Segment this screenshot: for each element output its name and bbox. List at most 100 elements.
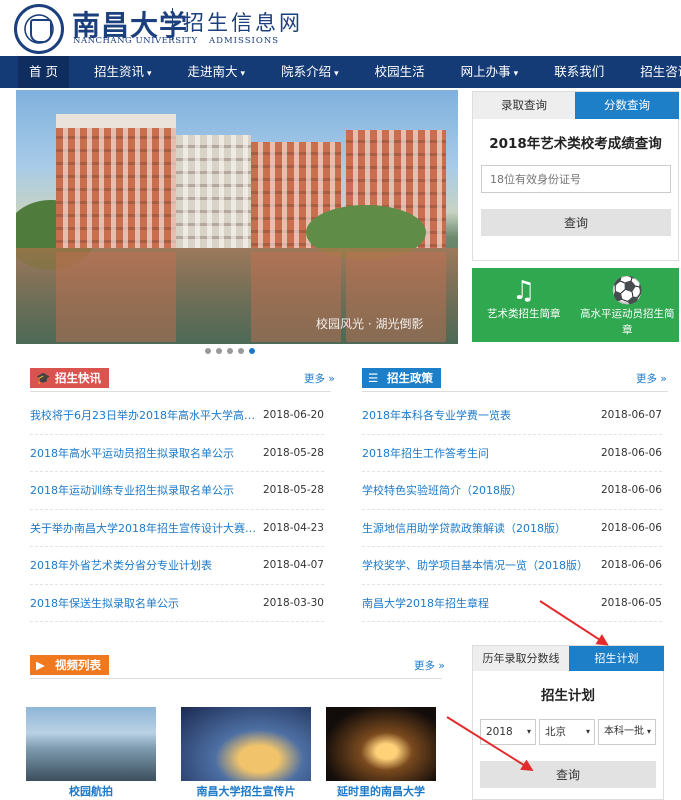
list-item[interactable]: 学校奖学、助学项目基本情况一览（2018版） 2018-06-06 bbox=[362, 547, 662, 585]
chevron-down-icon: ▾ bbox=[334, 69, 339, 79]
tab-admission-query[interactable]: 录取查询 bbox=[473, 92, 575, 119]
nav-item-news[interactable]: 招生资讯 ▾ bbox=[83, 56, 163, 88]
policy-title[interactable]: 2018年本科各专业学费一览表 bbox=[362, 407, 511, 423]
chevron-down-icon: ▾ bbox=[147, 69, 152, 79]
chevron-down-icon: ▾ bbox=[526, 727, 531, 736]
slider-dot[interactable] bbox=[227, 348, 233, 354]
nav-item-home[interactable]: 首 页 bbox=[18, 56, 69, 88]
news-title[interactable]: 2018年运动训练专业招生拟录取名单公示 bbox=[30, 482, 234, 498]
campus-photo-slider[interactable]: 校园风光 · 湖光倒影 bbox=[16, 90, 458, 344]
art-admission-link[interactable]: ♫ 艺术类招生简章 bbox=[472, 268, 576, 342]
list-item[interactable]: 2018年高水平运动员招生拟录取名单公示 2018-05-28 bbox=[30, 435, 324, 472]
video-thumbnail[interactable] bbox=[326, 707, 436, 781]
list-item[interactable]: 关于举办南昌大学2018年招生宣传设计大赛的通知 2018-04-23 bbox=[30, 510, 324, 547]
music-note-icon: ♫ bbox=[512, 276, 536, 306]
video-caption[interactable]: 南昌大学招生宣传片 bbox=[181, 783, 311, 799]
query-title: 2018年艺术类校考成绩查询 bbox=[489, 136, 662, 152]
news-date: 2018-04-23 bbox=[262, 521, 324, 534]
nav-item-campus-life[interactable]: 校园生活 bbox=[364, 56, 436, 88]
news-title[interactable]: 关于举办南昌大学2018年招生宣传设计大赛的通知 bbox=[30, 520, 257, 536]
news-list: 我校将于6月23日举办2018年高水平大学高招咨... 2018-06-20 20… bbox=[30, 397, 324, 622]
nav-label: 联系我们 bbox=[554, 64, 605, 79]
policy-title[interactable]: 2018年招生工作答考生问 bbox=[362, 445, 489, 461]
policy-date: 2018-06-06 bbox=[600, 521, 662, 534]
tab-score-query[interactable]: 分数查询 bbox=[575, 92, 679, 119]
news-date: 2018-06-20 bbox=[262, 409, 324, 422]
news-date: 2018-05-28 bbox=[262, 484, 324, 497]
soccer-ball-icon: ⚽ bbox=[611, 276, 644, 306]
list-item[interactable]: 生源地信用助学贷款政策解读（2018版） 2018-06-06 bbox=[362, 510, 662, 547]
chevron-down-icon: ▾ bbox=[513, 69, 519, 79]
year-value: 2018 bbox=[486, 726, 513, 738]
policy-title[interactable]: 学校奖学、助学项目基本情况一览（2018版） bbox=[362, 557, 588, 573]
video-more-link[interactable]: 更多 » bbox=[414, 658, 445, 673]
logo-divider bbox=[172, 8, 173, 40]
tab-history-scores[interactable]: 历年录取分数线 bbox=[473, 646, 569, 671]
policy-date: 2018-06-07 bbox=[600, 409, 662, 422]
score-query-button[interactable]: 查询 bbox=[481, 209, 671, 236]
news-section-badge: 🎓 招生快讯 bbox=[30, 368, 109, 388]
video-caption[interactable]: 延时里的南昌大学 bbox=[316, 783, 446, 799]
nav-label: 招生咨询 bbox=[640, 64, 681, 79]
news-title[interactable]: 2018年高水平运动员招生拟录取名单公示 bbox=[30, 445, 234, 461]
list-item[interactable]: 2018年招生工作答考生问 2018-06-06 bbox=[362, 435, 662, 472]
news-section-title: 招生快讯 bbox=[55, 371, 101, 385]
policy-title[interactable]: 南昌大学2018年招生章程 bbox=[362, 595, 489, 611]
nav-label: 招生资讯 bbox=[93, 64, 144, 79]
batch-select[interactable]: 本科一批 ▾ bbox=[598, 719, 656, 745]
nav-item-contact[interactable]: 联系我们 bbox=[543, 56, 615, 88]
nav-label: 网上办事 bbox=[460, 64, 511, 79]
list-item[interactable]: 南昌大学2018年招生章程 2018-06-05 bbox=[362, 585, 662, 622]
plan-title: 招生计划 bbox=[541, 688, 595, 704]
news-title[interactable]: 2018年外省艺术类分省分专业计划表 bbox=[30, 557, 212, 573]
plan-query-button[interactable]: 查询 bbox=[480, 761, 656, 788]
video-section-badge: ▶ 视频列表 bbox=[30, 655, 109, 675]
video-caption[interactable]: 校园航拍 bbox=[26, 783, 156, 799]
admission-plan-panel: 历年录取分数线 招生计划 招生计划 2018 ▾ 北京 ▾ 本科一批 ▾ 查询 bbox=[472, 645, 664, 800]
policy-date: 2018-06-05 bbox=[600, 596, 662, 609]
nav-label: 首 页 bbox=[29, 64, 58, 79]
building-shape bbox=[176, 135, 251, 248]
slide-caption: 校园风光 · 湖光倒影 bbox=[316, 317, 424, 331]
slider-dots bbox=[205, 348, 255, 354]
nav-label: 院系介绍 bbox=[281, 64, 332, 79]
list-item[interactable]: 2018年外省艺术类分省分专业计划表 2018-04-07 bbox=[30, 547, 324, 585]
policy-title[interactable]: 学校特色实验班简介（2018版） bbox=[362, 482, 522, 498]
nav-item-about[interactable]: 走进南大 ▾ bbox=[177, 56, 257, 88]
list-item[interactable]: 学校特色实验班简介（2018版） 2018-06-06 bbox=[362, 472, 662, 510]
list-item[interactable]: 2018年运动训练专业招生拟录取名单公示 2018-05-28 bbox=[30, 472, 324, 510]
nav-label: 走进南大 bbox=[187, 64, 238, 79]
slider-dot[interactable] bbox=[205, 348, 211, 354]
list-item[interactable]: 2018年本科各专业学费一览表 2018-06-07 bbox=[362, 397, 662, 435]
sport-admission-link[interactable]: ⚽ 高水平运动员招生简章 bbox=[576, 268, 680, 342]
nav-item-consult[interactable]: 招生咨询▾ bbox=[629, 56, 681, 88]
video-thumbnail[interactable] bbox=[26, 707, 156, 781]
policy-more-link[interactable]: 更多 » bbox=[636, 371, 667, 386]
building-roof bbox=[56, 114, 176, 128]
nav-item-online-service[interactable]: 网上办事 ▾ bbox=[450, 56, 530, 88]
news-date: 2018-05-28 bbox=[262, 446, 324, 459]
news-more-link[interactable]: 更多 » bbox=[304, 371, 335, 386]
water-reflection bbox=[56, 252, 176, 342]
university-seal-logo[interactable] bbox=[14, 4, 64, 54]
site-title-en: ADMISSIONS bbox=[209, 36, 280, 46]
list-item[interactable]: 2018年保送生拟录取名单公示 2018-03-30 bbox=[30, 585, 324, 622]
policy-date: 2018-06-06 bbox=[600, 559, 662, 572]
tab-admission-plan[interactable]: 招生计划 bbox=[569, 646, 664, 671]
slider-dot-active[interactable] bbox=[249, 348, 255, 354]
nav-item-departments[interactable]: 院系介绍 ▾ bbox=[270, 56, 350, 88]
policy-section-title: 招生政策 bbox=[387, 371, 433, 385]
quick-links: ♫ 艺术类招生简章 ⚽ 高水平运动员招生简章 bbox=[472, 268, 679, 342]
id-number-input[interactable] bbox=[481, 165, 671, 193]
chevron-down-icon: ▾ bbox=[240, 69, 246, 79]
province-select[interactable]: 北京 ▾ bbox=[539, 719, 595, 745]
slider-dot[interactable] bbox=[238, 348, 244, 354]
chevron-down-icon: ▾ bbox=[585, 727, 590, 736]
list-item[interactable]: 我校将于6月23日举办2018年高水平大学高招咨... 2018-06-20 bbox=[30, 397, 324, 435]
sport-admission-label: 高水平运动员招生简章 bbox=[580, 308, 675, 336]
news-title[interactable]: 我校将于6月23日举办2018年高水平大学高招咨... bbox=[30, 407, 257, 423]
video-thumbnail[interactable] bbox=[181, 707, 311, 781]
news-title[interactable]: 2018年保送生拟录取名单公示 bbox=[30, 595, 179, 611]
slider-dot[interactable] bbox=[216, 348, 222, 354]
policy-title[interactable]: 生源地信用助学贷款政策解读（2018版） bbox=[362, 520, 566, 536]
